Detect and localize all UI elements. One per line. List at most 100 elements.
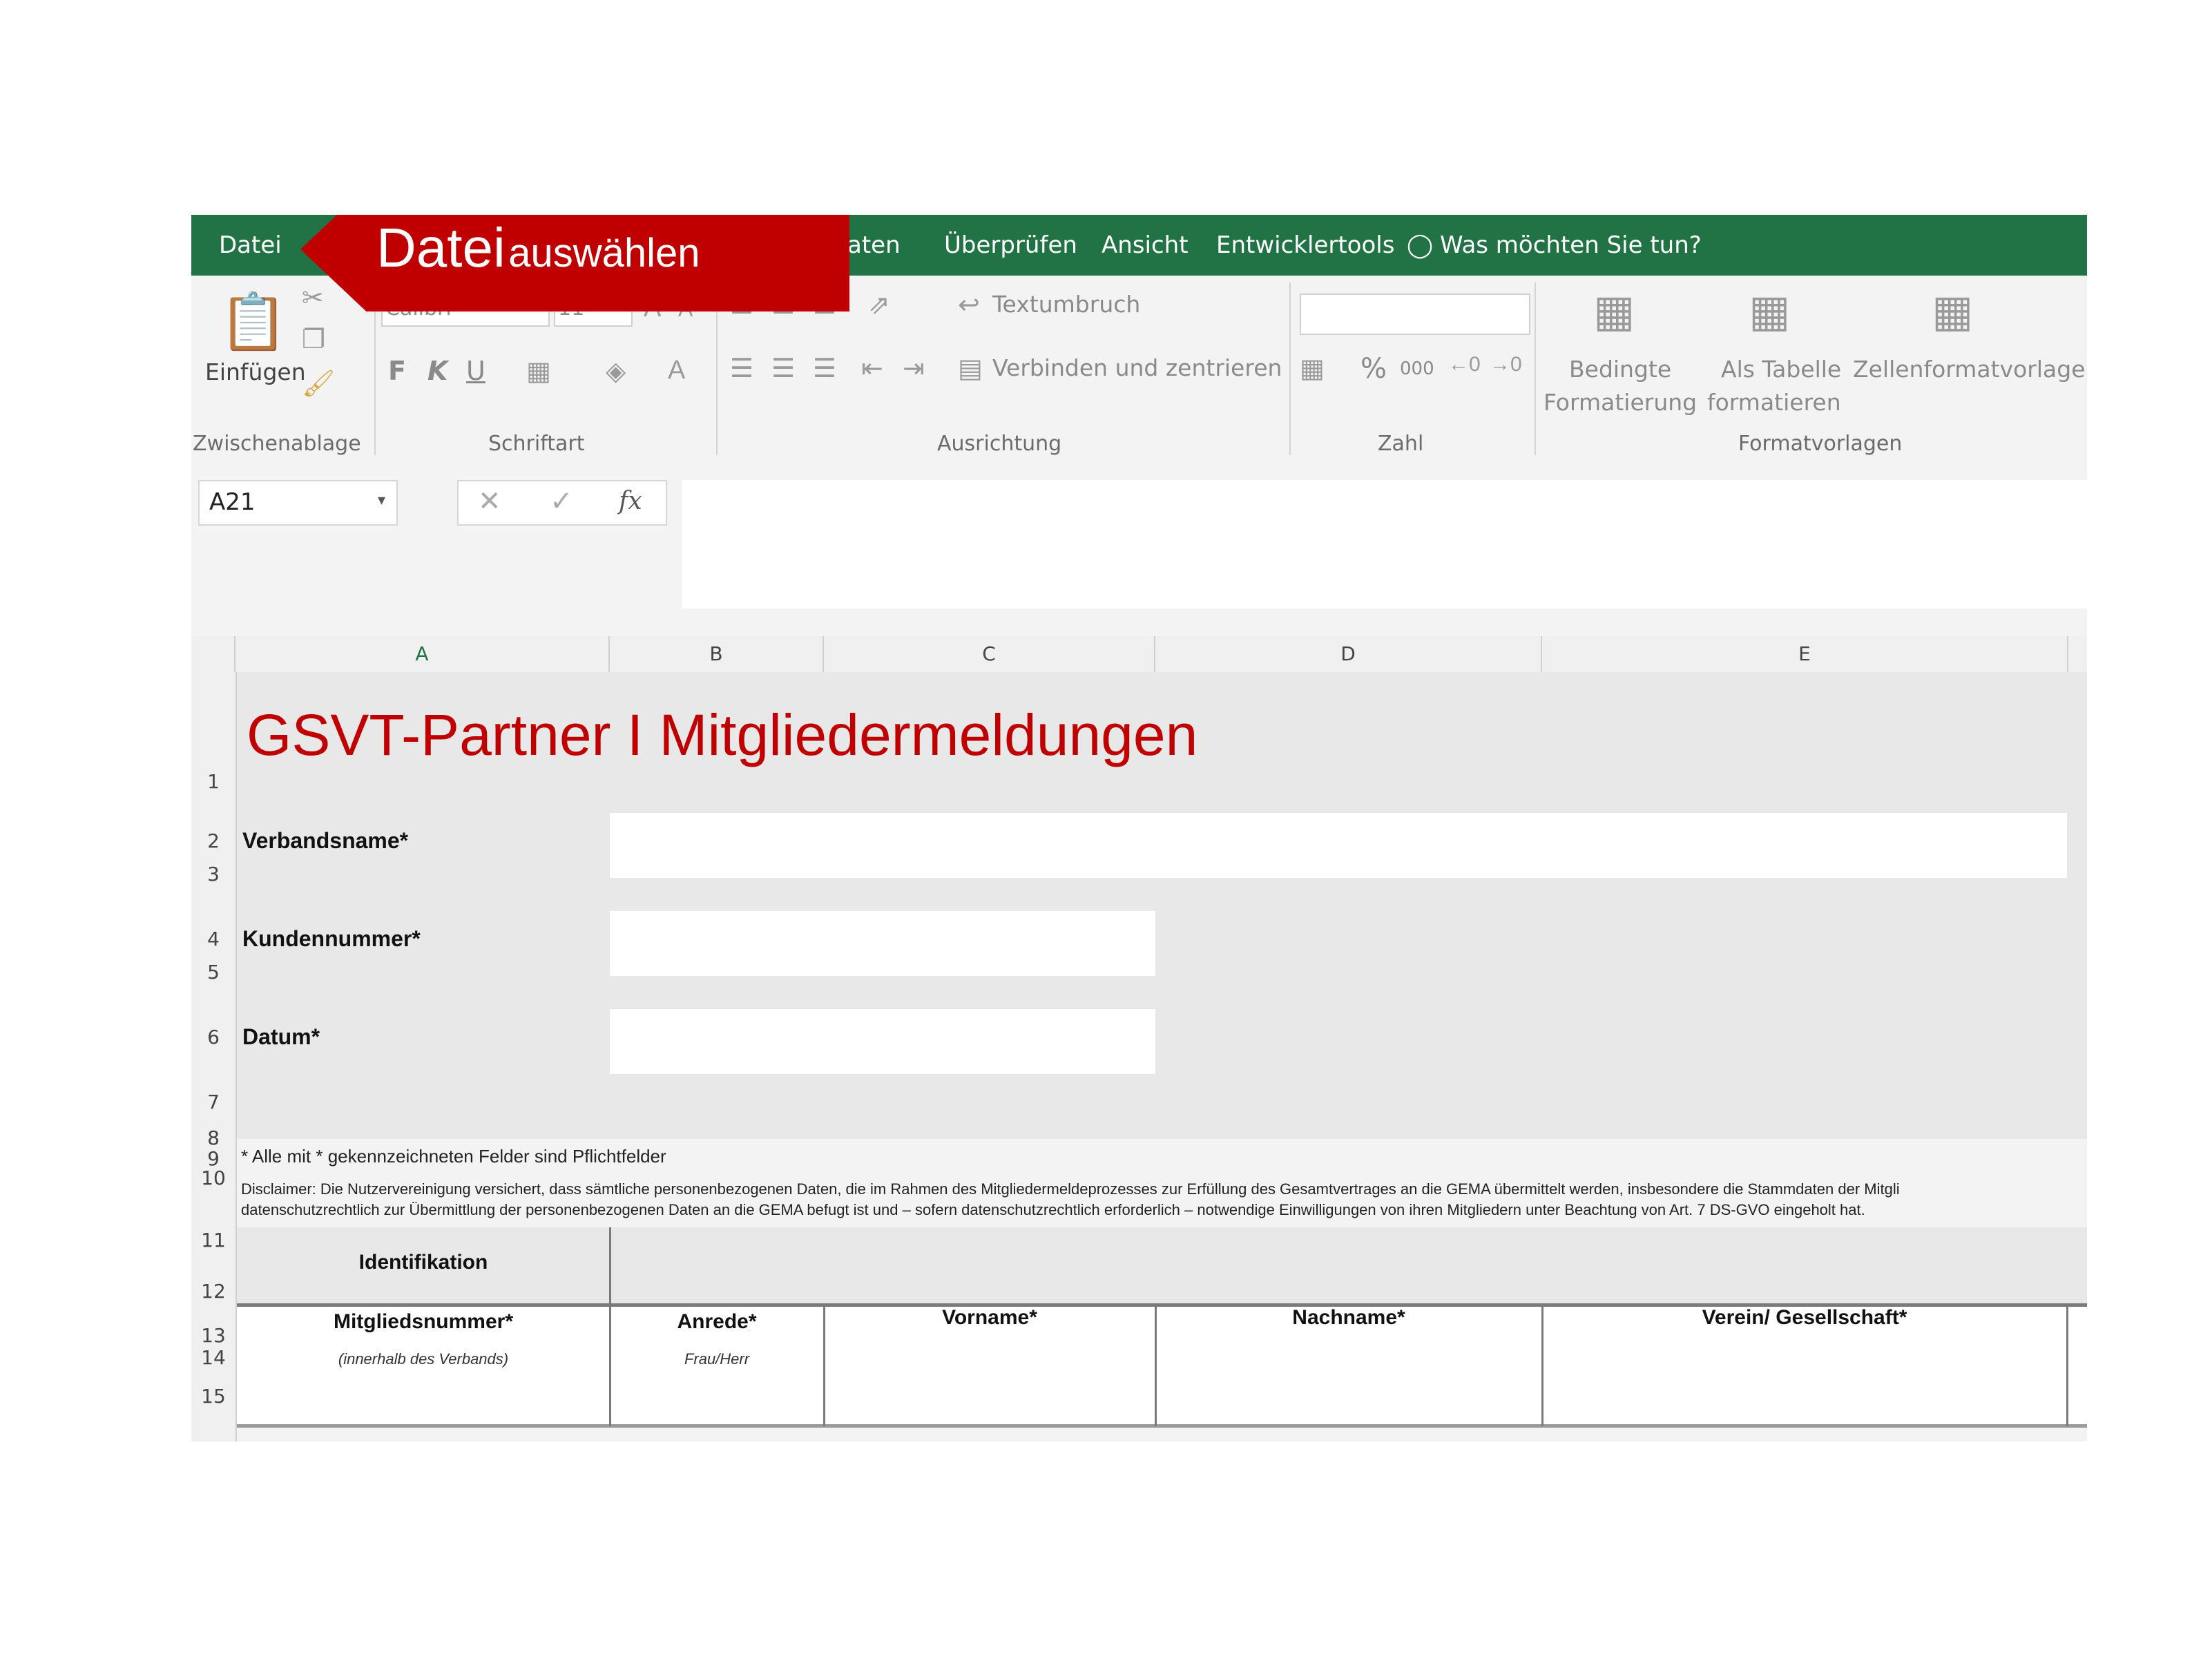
row-number[interactable]: 8 [191, 1127, 235, 1149]
enter-icon[interactable]: ✓ [550, 486, 573, 517]
required-fields-note: * Alle mit * gekennzeichneten Felder sin… [241, 1146, 666, 1167]
merge-center-button[interactable]: Verbinden und zentrieren [992, 354, 1282, 381]
identifikation-heading: Identifikation [358, 1251, 488, 1274]
align-center-icon[interactable]: ☰ [771, 353, 795, 384]
select-all-corner[interactable] [191, 636, 235, 672]
italic-button[interactable]: K [427, 356, 448, 386]
conditional-formatting-button[interactable]: Bedingte [1569, 356, 1671, 383]
cell-styles-button[interactable]: Zellenformatvorlagen [1853, 356, 2087, 383]
group-label-alignment: Ausrichtung [937, 432, 1062, 456]
merge-center-icon[interactable]: ▤ [958, 353, 983, 384]
formula-input[interactable] [682, 480, 2087, 608]
row-number[interactable]: 6 [191, 1026, 235, 1048]
column-header: A B C D E [191, 636, 2087, 675]
kundennummer-field[interactable] [610, 911, 1155, 976]
row-number[interactable]: 14 [191, 1346, 235, 1369]
bold-button[interactable]: F [388, 356, 406, 386]
lightbulb-icon: ◯ [1407, 231, 1434, 259]
row-number[interactable]: 15 [191, 1385, 235, 1408]
callout-text: Datei auswählen [376, 216, 700, 280]
tab-ueberpruefen[interactable]: Überprüfen [944, 231, 1077, 259]
tab-entwicklertools[interactable]: Entwicklertools [1216, 231, 1394, 259]
format-as-table-icon[interactable]: ▦ [1749, 285, 1790, 337]
row-number[interactable]: 11 [191, 1229, 235, 1252]
cell-styles-icon[interactable]: ▦ [1932, 285, 1973, 337]
copy-icon[interactable]: ❐ [302, 324, 325, 355]
format-painter-icon[interactable]: 🖌 [302, 369, 335, 399]
fill-color-icon[interactable]: ◈ [606, 356, 626, 387]
callout-small-text: auswählen [508, 231, 700, 276]
format-as-table-label: formatieren [1707, 389, 1841, 416]
tab-ansicht[interactable]: Ansicht [1102, 231, 1189, 259]
column-anrede-hint: Frau/Herr [684, 1350, 750, 1368]
tab-daten[interactable]: aten [847, 231, 901, 259]
increase-decimal-icon[interactable]: ←0 [1448, 353, 1481, 376]
row-number[interactable]: 5 [191, 961, 235, 984]
row-number[interactable]: 7 [191, 1091, 235, 1113]
format-as-table-button[interactable]: Als Tabelle [1721, 356, 1841, 383]
orientation-icon[interactable]: ⇗ [868, 289, 890, 320]
row-number[interactable]: 1 [191, 770, 235, 793]
column-header-b[interactable]: B [610, 636, 824, 672]
column-nachname: Nachname* [1292, 1306, 1405, 1329]
font-color-icon[interactable]: A [668, 356, 685, 385]
thousands-button[interactable]: 000 [1400, 358, 1434, 379]
column-verein: Verein/ Gesellschaft* [1702, 1306, 1907, 1329]
disclaimer-line-2: datenschutzrechtlich zur Übermittlung de… [241, 1201, 1865, 1218]
column-header-e[interactable]: E [1542, 636, 2068, 672]
name-box-value: A21 [209, 488, 256, 516]
row-number[interactable]: 3 [191, 863, 235, 885]
column-anrede: Anrede* [677, 1310, 757, 1333]
decrease-indent-icon[interactable]: ⇤ [861, 353, 883, 384]
accounting-format-icon[interactable]: ▦ [1300, 353, 1325, 384]
label-verbandsname: Verbandsname* [242, 828, 409, 853]
formula-bar: A21 ▾ ✕ ✓ fx [191, 463, 2087, 622]
increase-indent-icon[interactable]: ⇥ [903, 353, 925, 384]
conditional-formatting-label: Formatierung [1543, 389, 1698, 416]
sheet-title: GSVT-Partner I Mitgliedermeldungen [247, 702, 1198, 767]
cancel-icon[interactable]: ✕ [478, 486, 501, 517]
border-icon[interactable]: ▦ [526, 356, 551, 387]
column-vorname: Vorname* [942, 1306, 1037, 1329]
underline-button[interactable]: U [466, 356, 485, 386]
group-label-font: Schriftart [488, 432, 585, 456]
datei-callout: Datei auswählen [300, 215, 849, 311]
group-label-styles: Formatvorlagen [1738, 432, 1903, 456]
verbandsname-field[interactable] [610, 813, 2067, 878]
formula-buttons: ✕ ✓ fx [457, 480, 667, 526]
group-label-clipboard: Zwischenablage [193, 432, 361, 456]
row-header: 1 2 3 4 5 6 7 8 9 10 11 12 13 14 15 [191, 672, 237, 1441]
number-format-select[interactable] [1300, 294, 1530, 335]
insert-function-icon[interactable]: fx [619, 487, 642, 515]
row-number[interactable]: 10 [191, 1167, 235, 1189]
row-number[interactable]: 12 [191, 1280, 235, 1303]
row-number[interactable]: 4 [191, 928, 235, 950]
percent-button[interactable]: % [1360, 353, 1387, 385]
wrap-text-icon[interactable]: ↩ [958, 289, 980, 320]
group-divider [1535, 282, 1536, 455]
column-header-c[interactable]: C [824, 636, 1155, 672]
label-datum: Datum* [242, 1024, 320, 1049]
disclaimer-line-1: Disclaimer: Die Nutzervereinigung versic… [241, 1180, 1900, 1198]
datum-field[interactable] [610, 1009, 1155, 1074]
group-label-number: Zahl [1378, 432, 1424, 456]
conditional-formatting-icon[interactable]: ▦ [1593, 285, 1635, 337]
column-header-a[interactable]: A [235, 636, 610, 675]
decrease-decimal-icon[interactable]: →0 [1490, 353, 1522, 376]
column-header-d[interactable]: D [1155, 636, 1542, 672]
callout-big-text: Datei [376, 217, 506, 278]
tell-me-search[interactable]: Was möchten Sie tun? [1440, 231, 1702, 259]
label-kundennummer: Kundennummer* [242, 926, 421, 951]
paste-button[interactable]: Einfügen [205, 358, 306, 385]
align-right-icon[interactable]: ☰ [813, 353, 836, 384]
scissors-icon[interactable]: ✂ [302, 282, 324, 314]
tab-datei[interactable]: Datei [219, 231, 282, 259]
row-number[interactable]: 2 [191, 830, 235, 852]
clipboard-icon[interactable]: 📋 [219, 289, 288, 354]
name-box[interactable]: A21 ▾ [198, 480, 398, 526]
align-left-icon[interactable]: ☰ [730, 353, 753, 384]
wrap-text-button[interactable]: Textumbruch [992, 291, 1140, 318]
column-mitgliedsnummer: Mitgliedsnummer* [333, 1310, 514, 1333]
chevron-down-icon[interactable]: ▾ [378, 491, 385, 509]
row-number[interactable]: 13 [191, 1324, 235, 1347]
